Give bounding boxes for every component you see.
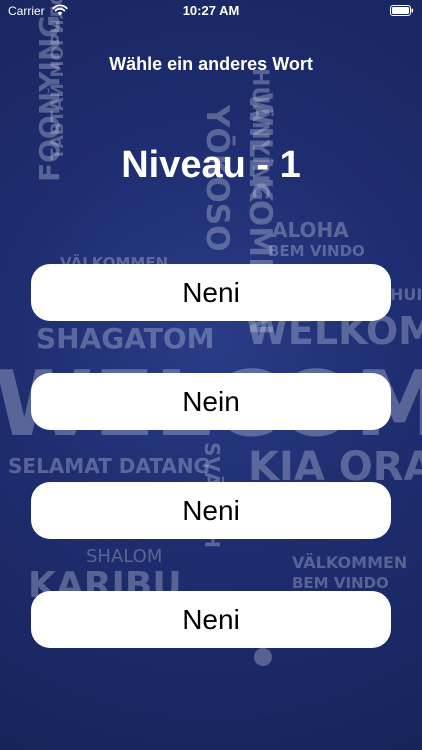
battery-icon <box>390 5 414 16</box>
bg-word: SELAMAT DATANG <box>8 454 210 478</box>
bg-word: KIA ORA <box>248 444 422 490</box>
bg-word: SHAGATOM <box>36 322 215 355</box>
answer-button-3[interactable]: Neni <box>31 482 391 539</box>
bg-word: HUIZ <box>390 285 422 304</box>
bg-word: BEM VINDO <box>292 574 389 592</box>
answer-button-2[interactable]: Nein <box>31 373 391 430</box>
game-screen: Carrier 10:27 AM HUĀNYÍNG WILLKOMMEN YŌK… <box>0 0 422 750</box>
status-bar: Carrier 10:27 AM <box>0 0 422 22</box>
answer-button-4[interactable]: Neni <box>31 591 391 648</box>
page-title: Wähle ein anderes Wort <box>109 54 313 74</box>
bg-dot <box>254 648 272 666</box>
bg-word: SHALOM <box>86 546 163 567</box>
bg-word: ТАВТАЙ МОРИЛОГТУН <box>48 0 68 160</box>
level-title: Niveau - 1 <box>121 144 301 186</box>
bg-word: ALOHA <box>272 218 349 242</box>
bg-word: BEM VINDO <box>268 242 365 260</box>
status-time: 10:27 AM <box>182 3 240 18</box>
answer-button-1[interactable]: Neni <box>31 264 391 321</box>
bg-word: VÄLKOMMEN <box>292 553 408 572</box>
